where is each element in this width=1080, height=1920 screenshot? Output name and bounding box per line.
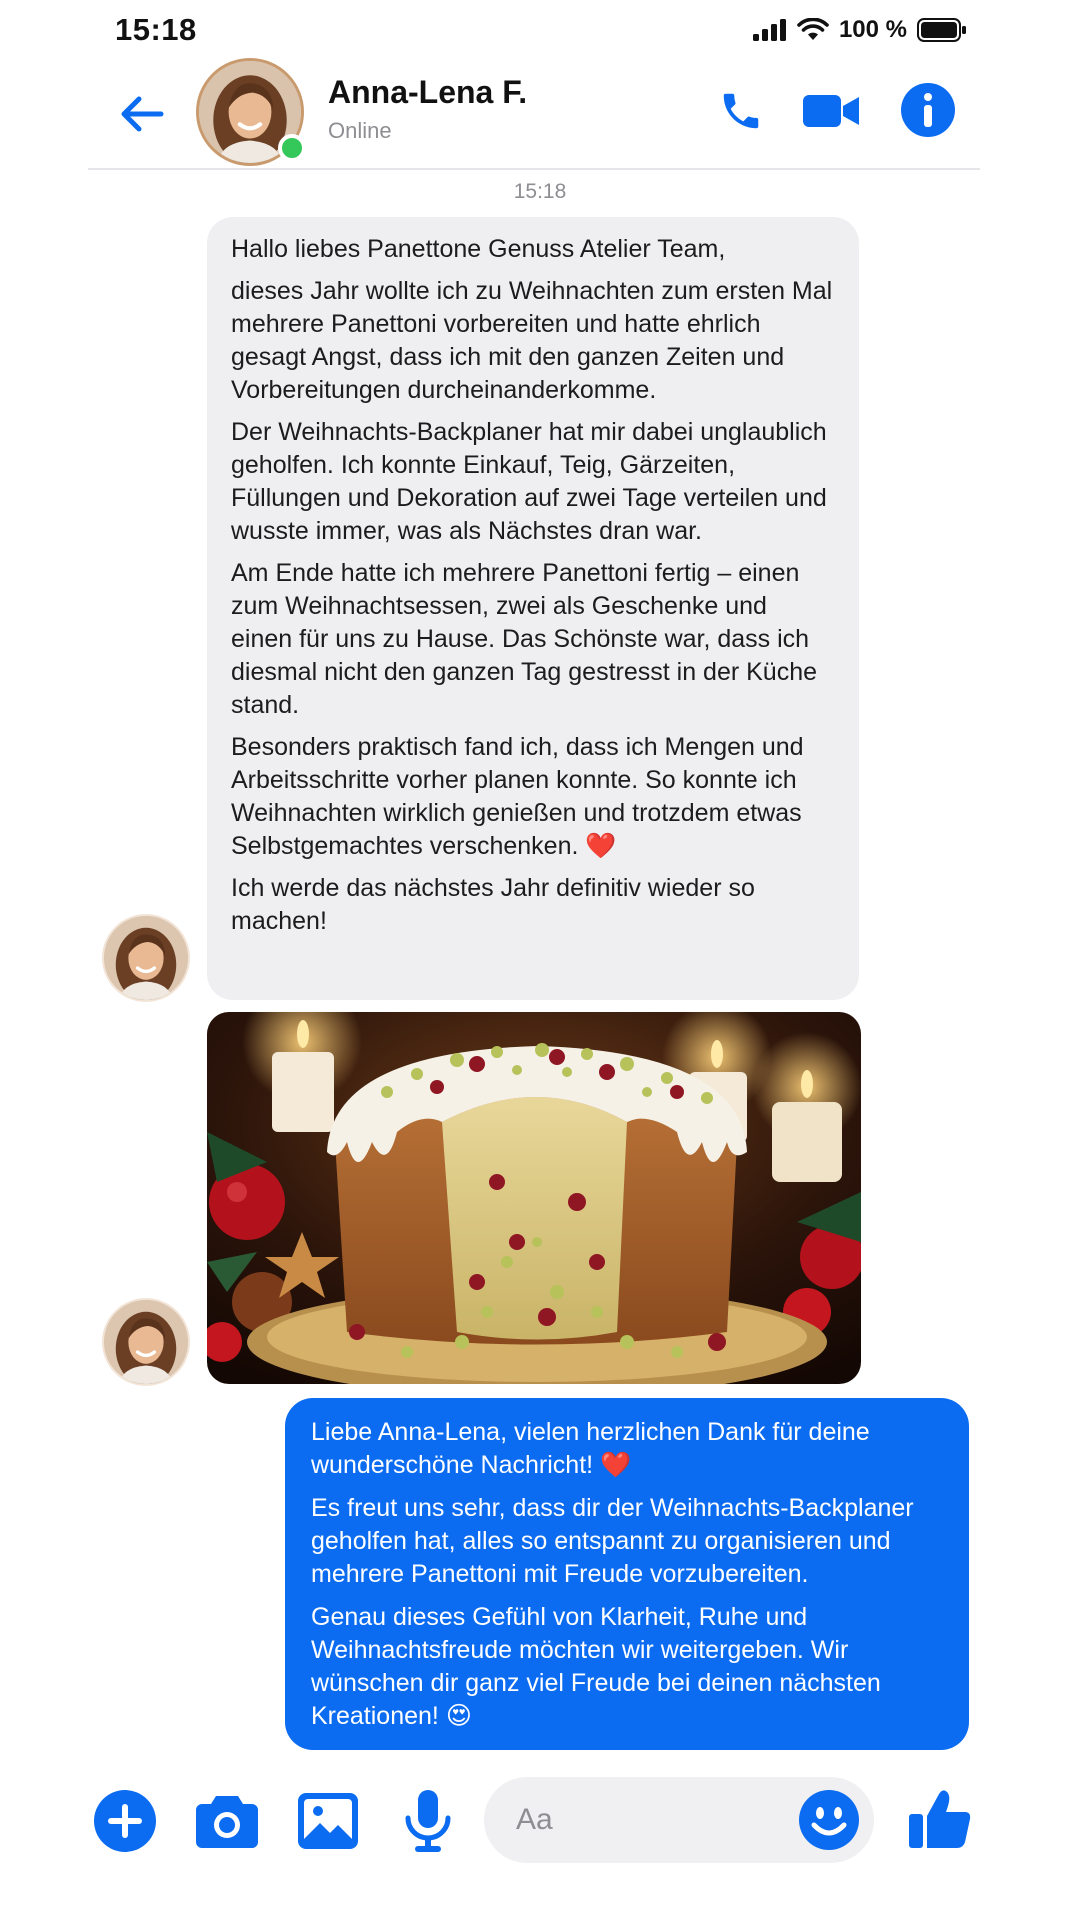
contact-status: Online xyxy=(328,118,392,143)
sender-avatar[interactable] xyxy=(102,1298,190,1386)
avatar-portrait xyxy=(104,1300,188,1384)
back-arrow-icon xyxy=(121,96,164,132)
chat-header: Anna-Lena F. Online xyxy=(88,58,980,170)
camera-icon xyxy=(196,1796,258,1848)
back-button[interactable] xyxy=(118,90,166,138)
message-composer xyxy=(0,1775,1080,1885)
message-timestamp: 15:18 xyxy=(513,180,567,203)
microphone-icon xyxy=(405,1790,451,1852)
online-indicator xyxy=(278,134,306,162)
battery-percent: 100 % xyxy=(838,16,907,43)
avatar-portrait xyxy=(104,916,188,1000)
image-icon xyxy=(298,1793,358,1849)
wifi-icon xyxy=(797,18,829,40)
message-paragraph: Hallo liebes Panettone Genuss Atelier Te… xyxy=(231,235,726,263)
outgoing-message-bubble[interactable]: Liebe Anna-Lena, vielen herzlichen Dank … xyxy=(285,1398,969,1750)
add-button[interactable] xyxy=(91,1787,159,1855)
plus-icon xyxy=(94,1790,156,1852)
emoji-button[interactable] xyxy=(798,1789,860,1851)
phone-icon xyxy=(723,93,759,129)
info-button[interactable] xyxy=(900,82,956,138)
message-paragraph: Am Ende hatte ich mehrere Panettoni fert… xyxy=(231,559,818,719)
message-paragraph: Der Weihnachts-Backplaner hat mir dabei … xyxy=(231,418,827,545)
voice-call-button[interactable] xyxy=(716,86,766,136)
message-paragraph: Es freut uns sehr, dass dir der Weihnach… xyxy=(311,1494,914,1588)
camera-button[interactable] xyxy=(193,1787,261,1855)
smiley-icon xyxy=(799,1790,859,1850)
gallery-button[interactable] xyxy=(294,1787,362,1855)
message-paragraph: Besonders praktisch fand ich, dass ich M… xyxy=(231,733,804,860)
message-paragraph: dieses Jahr wollte ich zu Weihnachten zu… xyxy=(231,277,833,404)
message-input-container xyxy=(484,1777,874,1863)
message-input[interactable] xyxy=(516,1797,766,1843)
like-button[interactable] xyxy=(904,1783,976,1855)
panettone-image xyxy=(207,1012,861,1384)
sender-avatar[interactable] xyxy=(102,914,190,1002)
incoming-message-bubble[interactable]: Hallo liebes Panettone Genuss Atelier Te… xyxy=(207,217,859,1000)
voice-message-button[interactable] xyxy=(394,1787,462,1855)
message-paragraph: Genau dieses Gefühl von Klarheit, Ruhe u… xyxy=(311,1603,881,1730)
info-icon xyxy=(901,83,955,137)
message-paragraph: Liebe Anna-Lena, vielen herzlichen Dank … xyxy=(311,1418,870,1479)
signal-icon xyxy=(752,19,786,41)
status-indicators: 100 % xyxy=(752,16,967,44)
thumbs-up-icon xyxy=(909,1790,971,1848)
battery-icon xyxy=(917,18,966,42)
status-time: 15:18 xyxy=(115,12,197,47)
message-paragraph: Ich werde das nächstes Jahr definitiv wi… xyxy=(231,874,755,935)
contact-name[interactable]: Anna-Lena F. xyxy=(328,74,527,111)
video-camera-icon xyxy=(803,95,859,127)
panettone-photo[interactable] xyxy=(207,1012,861,1384)
video-call-button[interactable] xyxy=(800,88,862,134)
